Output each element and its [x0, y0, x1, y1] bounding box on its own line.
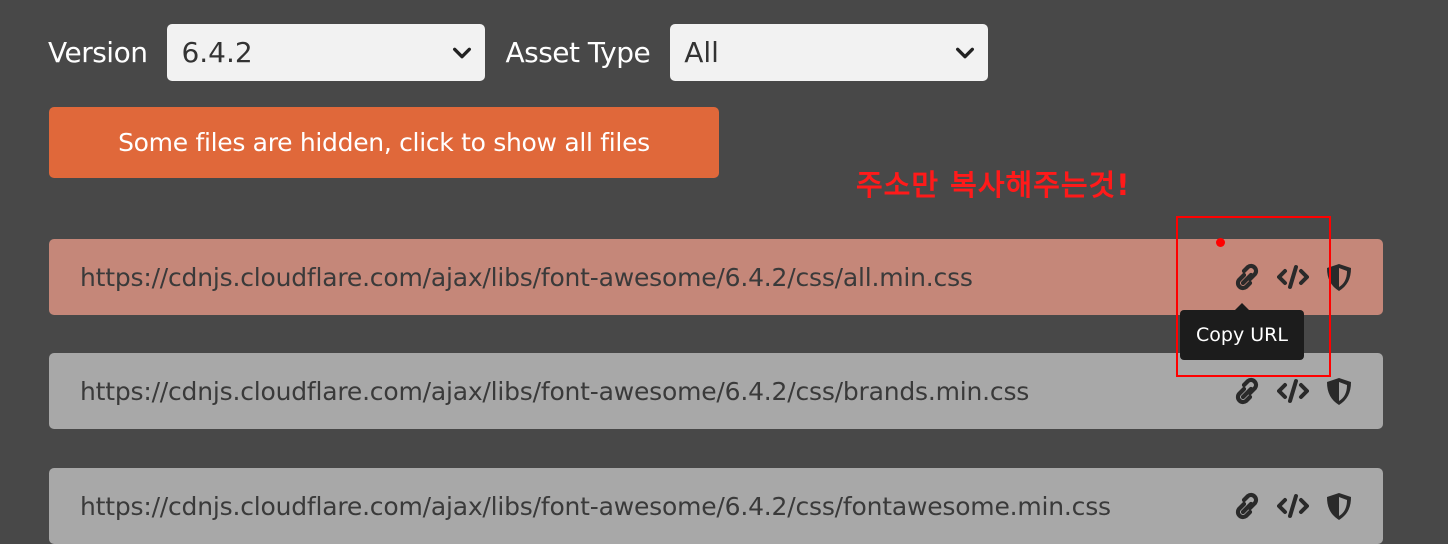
code-icon[interactable] [1277, 487, 1309, 525]
file-row: https://cdnjs.cloudflare.com/ajax/libs/f… [49, 468, 1383, 544]
version-select-value: 6.4.2 [181, 36, 253, 69]
link-icon[interactable] [1231, 372, 1263, 410]
code-icon[interactable] [1277, 258, 1309, 296]
link-icon[interactable] [1231, 487, 1263, 525]
file-row: https://cdnjs.cloudflare.com/ajax/libs/f… [49, 239, 1383, 315]
show-all-files-button[interactable]: Some files are hidden, click to show all… [49, 107, 719, 178]
asset-type-label: Asset Type [505, 36, 651, 69]
row-actions [1231, 258, 1355, 296]
file-url: https://cdnjs.cloudflare.com/ajax/libs/f… [80, 376, 1030, 406]
file-row: https://cdnjs.cloudflare.com/ajax/libs/f… [49, 353, 1383, 429]
code-icon[interactable] [1277, 372, 1309, 410]
chevron-down-icon [956, 47, 975, 59]
asset-type-select[interactable]: All [670, 24, 989, 81]
row-actions [1231, 372, 1355, 410]
version-label: Version [48, 36, 148, 69]
file-url: https://cdnjs.cloudflare.com/ajax/libs/f… [80, 262, 973, 292]
filter-controls: Version 6.4.2 Asset Type All [48, 24, 989, 81]
chevron-down-icon [453, 47, 472, 59]
copy-url-tooltip: Copy URL [1180, 303, 1304, 360]
version-select[interactable]: 6.4.2 [167, 24, 486, 81]
asset-type-select-value: All [684, 36, 719, 69]
link-icon[interactable] [1231, 258, 1263, 296]
file-url: https://cdnjs.cloudflare.com/ajax/libs/f… [80, 491, 1111, 521]
shield-icon[interactable] [1323, 372, 1355, 410]
shield-icon[interactable] [1323, 487, 1355, 525]
row-actions [1231, 487, 1355, 525]
annotation-dot [1216, 238, 1225, 247]
shield-icon[interactable] [1323, 258, 1355, 296]
annotation-text: 주소만 복사해주는것! [856, 168, 1131, 202]
